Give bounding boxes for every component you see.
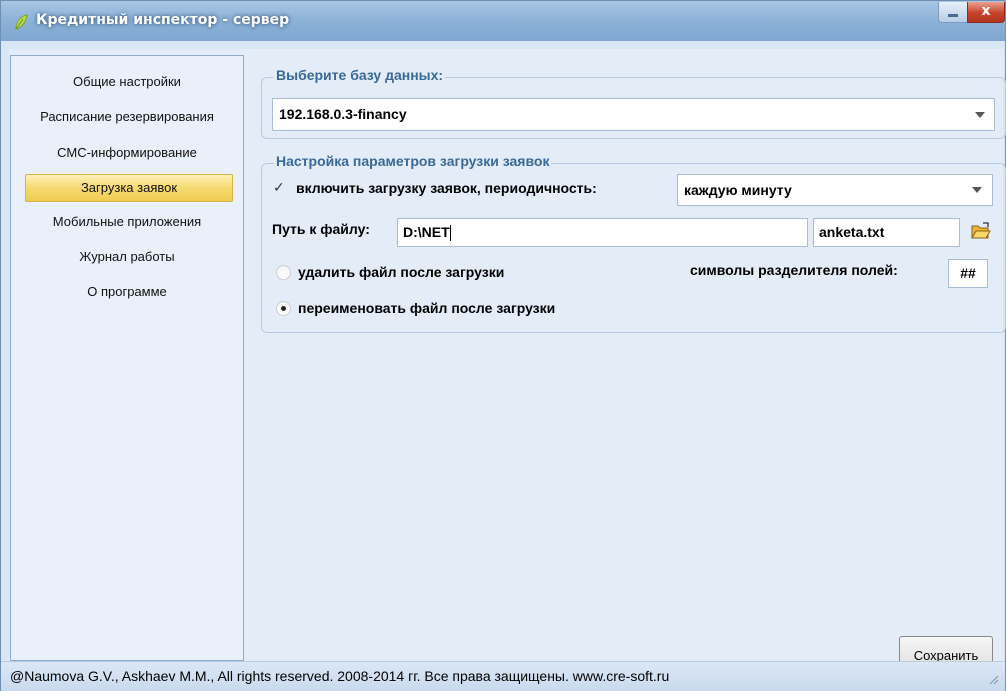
database-group-legend: Выберите базу данных: bbox=[274, 67, 446, 83]
database-select[interactable]: 192.168.0.3-financy bbox=[272, 98, 995, 131]
status-bar: @Naumova G.V., Askhaev M.M., All rights … bbox=[1, 661, 1005, 691]
chevron-down-icon bbox=[972, 187, 982, 193]
chevron-down-icon bbox=[975, 112, 985, 118]
separator-label: символы разделителя полей: bbox=[690, 262, 898, 278]
database-select-value: 192.168.0.3-financy bbox=[279, 106, 407, 122]
sidebar-item-general[interactable]: Общие настройки bbox=[11, 69, 243, 95]
path-input[interactable]: D:\NET bbox=[397, 218, 808, 247]
minimize-icon bbox=[948, 14, 958, 17]
path-input-value: D:\NET bbox=[403, 224, 450, 240]
load-settings-legend: Настройка параметров загрузки заявок bbox=[274, 153, 552, 169]
title-bar[interactable]: Кредитный инспектор - сервер x bbox=[1, 1, 1005, 41]
app-window: Кредитный инспектор - сервер x Общие нас… bbox=[0, 0, 1006, 691]
settings-sidebar: Общие настройки Расписание резервировани… bbox=[10, 55, 244, 661]
separator-input[interactable]: ## bbox=[948, 259, 988, 288]
delete-file-radio[interactable] bbox=[276, 265, 291, 280]
filename-input-value: anketa.txt bbox=[819, 224, 885, 240]
rename-file-label: переименовать файл после загрузки bbox=[298, 300, 556, 316]
separator-input-value: ## bbox=[960, 265, 976, 281]
minimize-button[interactable] bbox=[938, 2, 968, 23]
path-label: Путь к файлу: bbox=[272, 221, 370, 237]
delete-file-label: удалить файл после загрузки bbox=[298, 264, 505, 280]
open-folder-icon[interactable] bbox=[971, 222, 991, 240]
copyright-text: @Naumova G.V., Askhaev M.M., All rights … bbox=[10, 668, 670, 684]
enable-load-label: включить загрузку заявок, периодичность: bbox=[296, 180, 597, 196]
sidebar-item-journal[interactable]: Журнал работы bbox=[11, 244, 243, 270]
sidebar-item-about[interactable]: О программе bbox=[11, 279, 243, 305]
rename-file-radio[interactable] bbox=[276, 301, 291, 316]
period-select-value: каждую минуту bbox=[684, 182, 792, 198]
sidebar-item-sms[interactable]: СМС-информирование bbox=[11, 140, 243, 166]
close-button[interactable]: x bbox=[967, 2, 1005, 23]
period-select[interactable]: каждую минуту bbox=[677, 174, 993, 206]
sidebar-item-mobile-apps[interactable]: Мобильные приложения bbox=[11, 209, 243, 235]
leaf-icon bbox=[15, 14, 28, 30]
window-title: Кредитный инспектор - сервер bbox=[36, 12, 290, 28]
sidebar-item-backup-schedule[interactable]: Расписание резервирования bbox=[11, 104, 243, 130]
sidebar-item-load-requests[interactable]: Загрузка заявок bbox=[25, 174, 233, 202]
enable-load-checkbox[interactable]: ✓ bbox=[273, 181, 286, 195]
resize-grip-icon[interactable] bbox=[987, 673, 999, 685]
filename-input[interactable]: anketa.txt bbox=[813, 218, 960, 247]
